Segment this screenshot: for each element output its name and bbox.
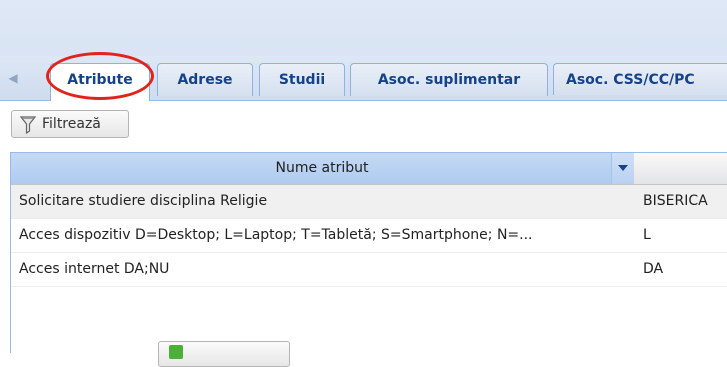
filter-button-label: Filtrează xyxy=(42,116,101,132)
funnel-icon xyxy=(19,116,37,135)
cell-attribute-name: Acces dispozitiv D=Desktop; L=Laptop; T=… xyxy=(19,227,533,243)
column-header-value[interactable] xyxy=(634,153,727,184)
grid-header: Nume atribut xyxy=(11,153,727,185)
attributes-grid: Nume atribut Solicitare studiere discipl… xyxy=(10,152,727,353)
cell-attribute-value: DA xyxy=(643,261,664,277)
filter-button[interactable]: Filtrează xyxy=(11,110,129,138)
tab-asoc-suplimentar[interactable]: Asoc. suplimentar xyxy=(350,63,548,96)
tab-scroll-left-icon[interactable]: ◀ xyxy=(6,70,20,86)
cell-attribute-value: BISERICA xyxy=(643,193,708,209)
cell-attribute-name: Acces internet DA;NU xyxy=(19,261,170,277)
table-row[interactable]: Acces internet DA;NU DA xyxy=(11,253,727,287)
tab-adrese[interactable]: Adrese xyxy=(157,63,253,96)
window-header-band xyxy=(0,0,727,56)
table-row[interactable]: Acces dispozitiv D=Desktop; L=Laptop; T=… xyxy=(11,219,727,253)
column-menu-trigger[interactable] xyxy=(611,153,634,184)
tab-asoc-css-cc-pc[interactable]: Asoc. CSS/CC/PC xyxy=(553,63,727,95)
cell-attribute-value: L xyxy=(643,227,651,243)
add-icon xyxy=(169,345,183,359)
table-row[interactable]: Solicitare studiere disciplina Religie B… xyxy=(11,185,727,219)
cell-attribute-name: Solicitare studiere disciplina Religie xyxy=(19,193,268,209)
column-header-nume-atribut[interactable]: Nume atribut xyxy=(11,153,634,184)
bottom-action-button[interactable] xyxy=(158,341,290,367)
tab-studii[interactable]: Studii xyxy=(259,63,345,96)
chevron-down-icon xyxy=(618,165,628,171)
highlight-annotation xyxy=(46,52,154,100)
